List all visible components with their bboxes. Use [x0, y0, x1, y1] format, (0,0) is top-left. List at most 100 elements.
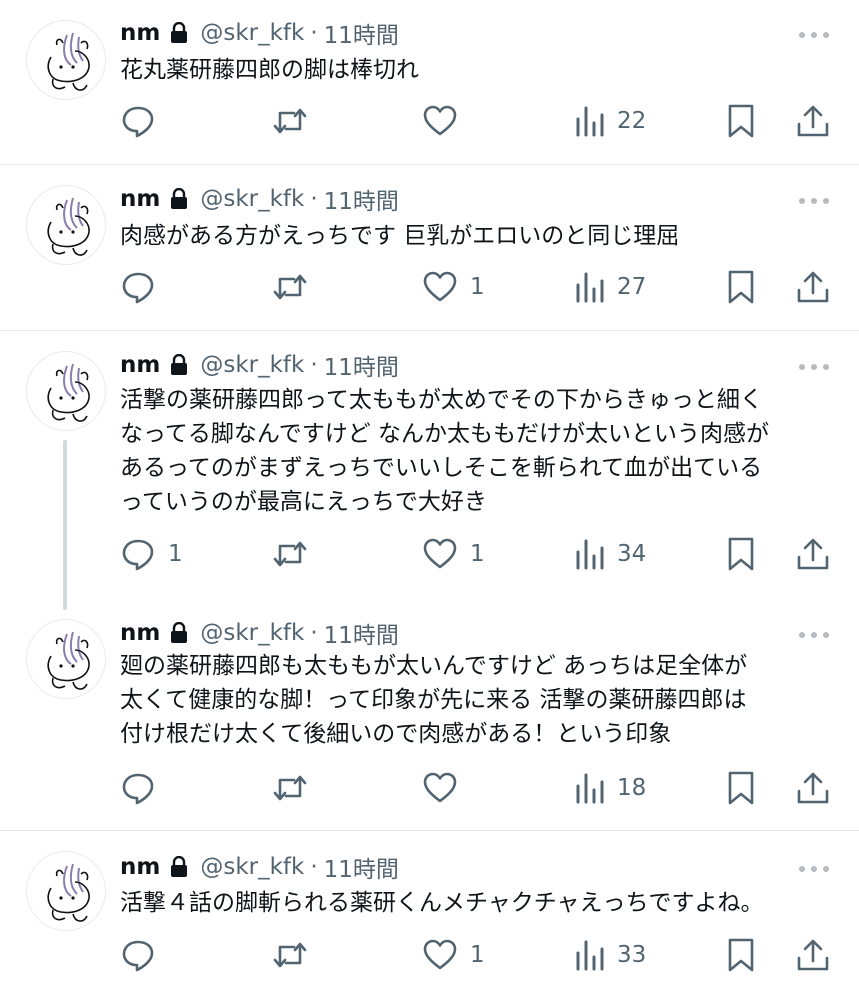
share-button[interactable]	[795, 935, 831, 975]
separator: ·	[310, 854, 318, 880]
views-icon	[575, 770, 605, 806]
timestamp[interactable]: 11時間	[324, 348, 399, 382]
retweet-icon	[270, 269, 310, 305]
bookmark-button[interactable]	[726, 101, 756, 141]
lock-icon	[170, 622, 188, 644]
like-icon	[422, 536, 458, 572]
bookmark-icon	[726, 937, 756, 973]
user-handle[interactable]: @skr_kfk	[200, 20, 304, 46]
tweet[interactable]: nm @skr_kfk · 11時間 廻の薬研藤四郎も太ももが太いんですけど あ…	[0, 599, 859, 830]
retweet-icon	[270, 770, 310, 806]
avatar[interactable]	[26, 619, 106, 699]
retweet-button[interactable]	[270, 768, 322, 808]
reply-icon	[120, 536, 156, 572]
separator: ·	[310, 620, 318, 646]
views-count: 34	[617, 541, 647, 567]
retweet-button[interactable]	[270, 534, 322, 574]
user-name[interactable]: nm	[120, 186, 160, 212]
views-icon	[575, 269, 605, 305]
views-icon	[575, 937, 605, 973]
timestamp[interactable]: 11時間	[324, 16, 399, 50]
more-options-icon[interactable]	[799, 630, 829, 640]
tweet-header: nm @skr_kfk · 11時間	[120, 850, 399, 884]
views-button[interactable]: 27	[575, 267, 646, 307]
views-button[interactable]: 22	[575, 101, 646, 141]
tweet-actions: 22	[120, 101, 832, 141]
retweet-icon	[270, 103, 310, 139]
more-options-icon[interactable]	[799, 864, 829, 874]
lock-icon	[170, 22, 188, 44]
timestamp[interactable]: 11時間	[324, 616, 399, 650]
tweet-header: nm @skr_kfk · 11時間	[120, 348, 399, 382]
user-handle[interactable]: @skr_kfk	[200, 854, 304, 880]
user-name[interactable]: nm	[120, 620, 160, 646]
views-icon	[575, 103, 605, 139]
views-button[interactable]: 18	[575, 768, 646, 808]
views-button[interactable]: 34	[575, 534, 646, 574]
views-count: 22	[617, 108, 647, 134]
views-count: 18	[617, 775, 647, 801]
reply-button[interactable]	[120, 768, 168, 808]
bookmark-button[interactable]	[726, 935, 756, 975]
avatar[interactable]	[26, 185, 106, 265]
tweet-text: 廻の薬研藤四郎も太ももが太いんですけど あっちは足全体が 太くて健康的な脚！って…	[120, 653, 748, 747]
retweet-button[interactable]	[270, 935, 322, 975]
reply-button[interactable]	[120, 267, 168, 307]
share-button[interactable]	[795, 534, 831, 574]
avatar[interactable]	[26, 20, 106, 100]
like-button[interactable]	[422, 101, 470, 141]
like-button[interactable]: 1	[422, 534, 485, 574]
like-icon	[422, 269, 458, 305]
more-options-icon[interactable]	[799, 196, 829, 206]
reply-button[interactable]	[120, 101, 168, 141]
reply-button[interactable]	[120, 935, 168, 975]
reply-icon	[120, 103, 156, 139]
like-button[interactable]: 1	[422, 267, 485, 307]
reply-icon	[120, 770, 156, 806]
separator: ·	[310, 186, 318, 212]
like-count: 1	[470, 541, 485, 567]
tweet[interactable]: nm @skr_kfk · 11時間 花丸薬研藤四郎の脚は棒切れ 22	[0, 0, 859, 164]
tweet[interactable]: nm @skr_kfk · 11時間 肉感がある方がえっちです 巨乳がエロいのと…	[0, 165, 859, 330]
reply-button[interactable]: 1	[120, 534, 183, 574]
share-icon	[795, 536, 831, 572]
user-handle[interactable]: @skr_kfk	[200, 620, 304, 646]
timestamp[interactable]: 11時間	[324, 182, 399, 216]
like-button[interactable]	[422, 768, 470, 808]
more-options-icon[interactable]	[799, 362, 829, 372]
like-count: 1	[470, 942, 485, 968]
avatar[interactable]	[26, 351, 106, 431]
like-icon	[422, 770, 458, 806]
user-name[interactable]: nm	[120, 854, 160, 880]
tweet[interactable]: nm @skr_kfk · 11時間 活撃の薬研藤四郎って太ももが太めでその下か…	[0, 331, 859, 599]
bookmark-button[interactable]	[726, 267, 756, 307]
share-icon	[795, 770, 831, 806]
more-options-icon[interactable]	[799, 30, 829, 40]
share-button[interactable]	[795, 267, 831, 307]
tweet-text: 活撃４話の脚斬られる薬研くんメチャクチャえっちですよね。	[120, 890, 764, 916]
share-button[interactable]	[795, 101, 831, 141]
tweet-actions: 1 33	[120, 935, 832, 975]
bookmark-button[interactable]	[726, 534, 756, 574]
tweet-text: 肉感がある方がえっちです 巨乳がエロいのと同じ理屈	[120, 223, 680, 249]
tweet[interactable]: nm @skr_kfk · 11時間 活撃４話の脚斬られる薬研くんメチャクチャえ…	[0, 831, 859, 1000]
timestamp[interactable]: 11時間	[324, 850, 399, 884]
like-button[interactable]: 1	[422, 935, 485, 975]
bookmark-icon	[726, 269, 756, 305]
user-handle[interactable]: @skr_kfk	[200, 352, 304, 378]
user-name[interactable]: nm	[120, 352, 160, 378]
bookmark-button[interactable]	[726, 768, 756, 808]
user-handle[interactable]: @skr_kfk	[200, 186, 304, 212]
like-icon	[422, 937, 458, 973]
avatar[interactable]	[26, 851, 106, 931]
share-icon	[795, 103, 831, 139]
retweet-icon	[270, 536, 310, 572]
bookmark-icon	[726, 536, 756, 572]
retweet-button[interactable]	[270, 267, 322, 307]
retweet-button[interactable]	[270, 101, 322, 141]
share-button[interactable]	[795, 768, 831, 808]
user-name[interactable]: nm	[120, 20, 160, 46]
views-button[interactable]: 33	[575, 935, 646, 975]
tweet-actions: 1 1 34	[120, 534, 832, 574]
tweet-header: nm @skr_kfk · 11時間	[120, 16, 399, 50]
